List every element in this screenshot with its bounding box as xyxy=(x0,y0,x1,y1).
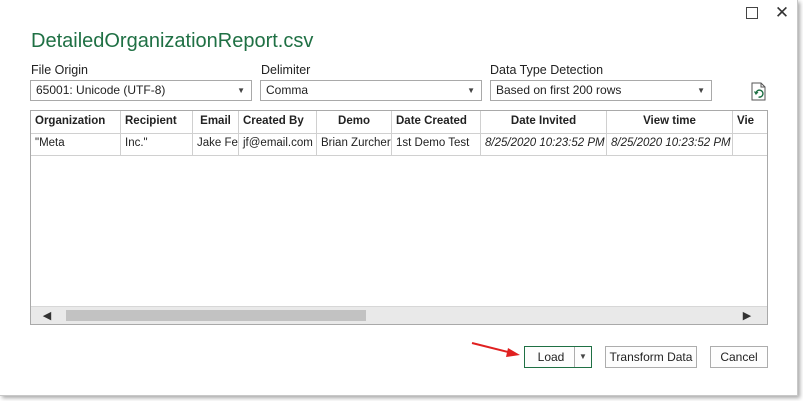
scroll-left-icon[interactable]: ◀ xyxy=(37,307,57,324)
column-header-view-time[interactable]: View time xyxy=(607,111,733,133)
load-button-label: Load xyxy=(537,350,565,364)
transform-data-button[interactable]: Transform Data xyxy=(605,346,697,368)
column-header-date-created[interactable]: Date Created xyxy=(392,111,481,133)
table-cell: 8/25/2020 10:23:52 PM xyxy=(481,133,607,155)
load-options-chevron-icon[interactable]: ▼ xyxy=(574,347,591,367)
annotation-arrow-icon xyxy=(471,342,520,357)
close-icon: ✕ xyxy=(774,3,790,23)
file-origin-label: File Origin xyxy=(31,63,88,77)
dialog-title: DetailedOrganizationReport.csv xyxy=(31,30,314,52)
maximize-button[interactable] xyxy=(740,2,764,24)
column-header-view-partial[interactable]: Vie xyxy=(733,111,767,133)
horizontal-scrollbar[interactable]: ◀ ▶ xyxy=(31,306,767,324)
column-header-date-invited[interactable]: Date Invited xyxy=(481,111,607,133)
table-cell: "Meta xyxy=(31,133,121,155)
import-dialog: ✕ DetailedOrganizationReport.csv File Or… xyxy=(0,0,798,396)
close-button[interactable]: ✕ xyxy=(770,2,794,24)
delimiter-value: Comma xyxy=(266,83,309,97)
table-cell xyxy=(733,133,767,155)
column-header-demo[interactable]: Demo xyxy=(317,111,392,133)
table-cell: 8/25/2020 10:23:52 PM xyxy=(607,133,733,155)
delimiter-dropdown[interactable]: Comma ▼ xyxy=(260,80,482,101)
column-header-organization[interactable]: Organization xyxy=(31,111,121,133)
scrollbar-thumb[interactable] xyxy=(66,310,366,321)
table-cell: Jake Fever xyxy=(193,133,239,155)
delimiter-label: Delimiter xyxy=(261,63,311,77)
cancel-button[interactable]: Cancel xyxy=(710,346,768,368)
chevron-down-icon: ▼ xyxy=(697,86,705,95)
table-header-row: Organization Recipient Email Created By … xyxy=(31,111,767,134)
column-header-created-by[interactable]: Created By xyxy=(239,111,317,133)
refresh-document-icon[interactable] xyxy=(750,82,768,102)
preview-table: Organization Recipient Email Created By … xyxy=(30,110,768,325)
table-cell: Inc." xyxy=(121,133,193,155)
column-header-email[interactable]: Email xyxy=(193,111,239,133)
data-type-detection-label: Data Type Detection xyxy=(490,63,604,77)
table-cell: jf@email.com xyxy=(239,133,317,155)
table-row: "Meta Inc." Jake Fever jf@email.com Bria… xyxy=(31,133,767,156)
chevron-down-icon: ▼ xyxy=(467,86,475,95)
column-header-recipient[interactable]: Recipient xyxy=(121,111,193,133)
table-cell: Brian Zurcher xyxy=(317,133,392,155)
file-origin-dropdown[interactable]: 65001: Unicode (UTF-8) ▼ xyxy=(30,80,252,101)
data-type-detection-dropdown[interactable]: Based on first 200 rows ▼ xyxy=(490,80,712,101)
scroll-right-icon[interactable]: ▶ xyxy=(737,307,757,324)
data-type-detection-value: Based on first 200 rows xyxy=(496,83,622,97)
load-button[interactable]: Load ▼ xyxy=(524,346,592,368)
table-cell: 1st Demo Test xyxy=(392,133,481,155)
chevron-down-icon: ▼ xyxy=(237,86,245,95)
maximize-icon xyxy=(746,7,758,19)
file-origin-value: 65001: Unicode (UTF-8) xyxy=(36,83,166,97)
